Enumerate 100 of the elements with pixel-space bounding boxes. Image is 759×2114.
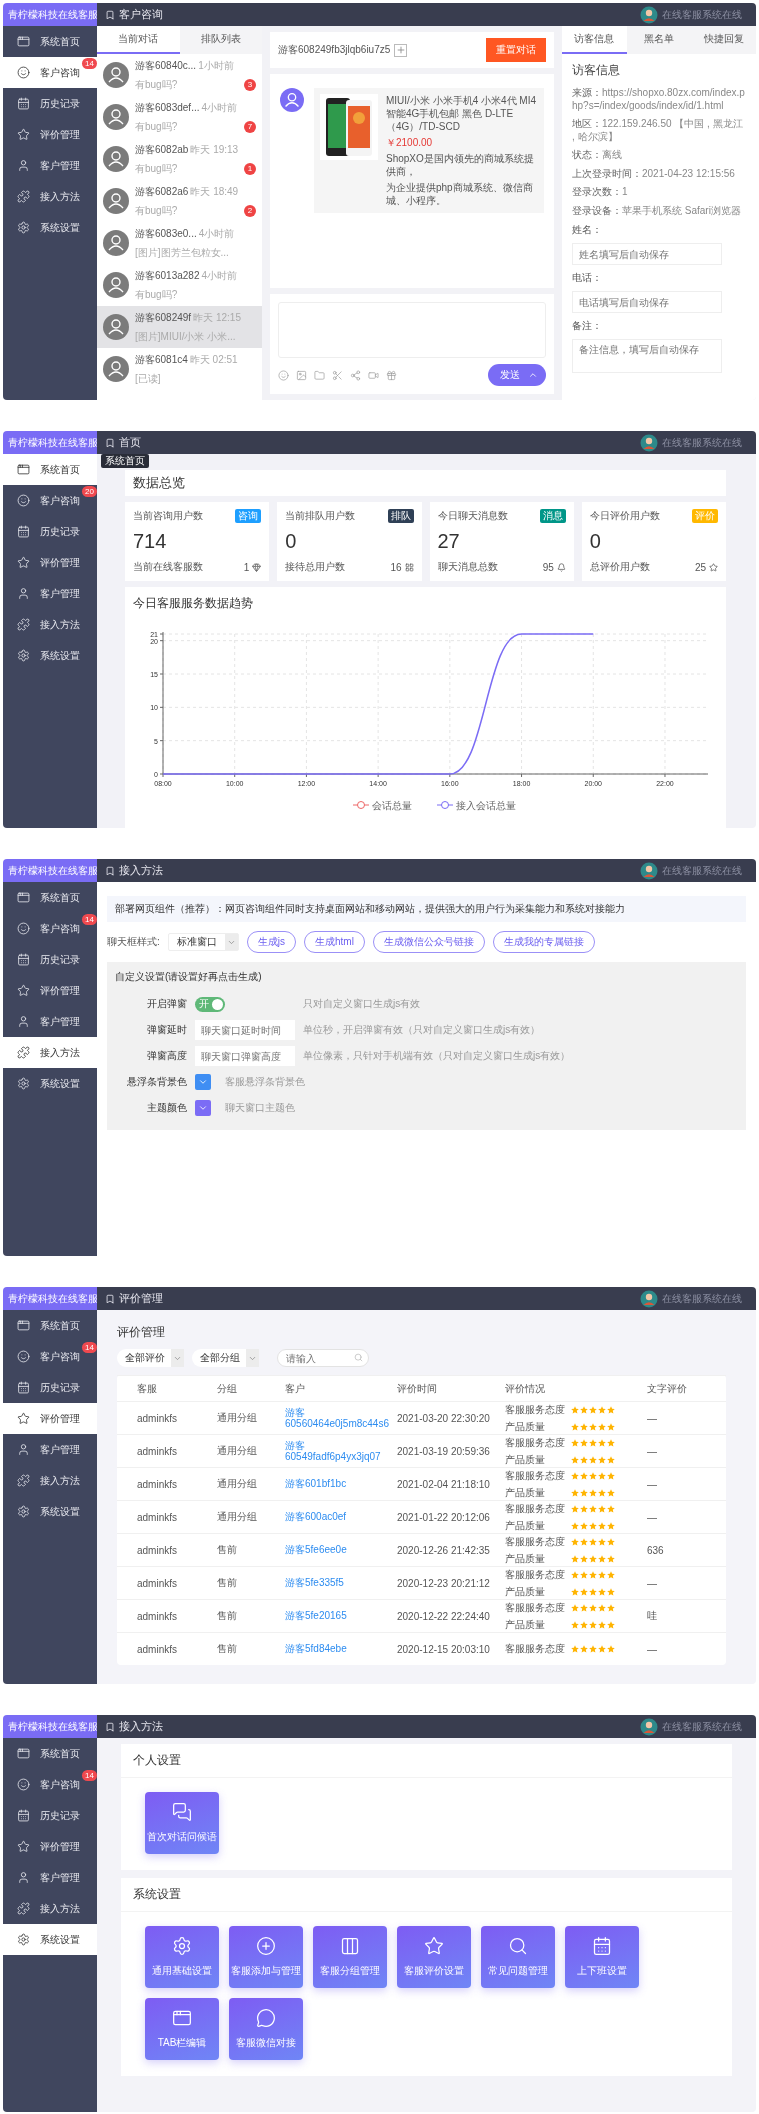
nav-item[interactable]: 历史记录 — [3, 88, 97, 119]
message-preview: 有bug吗? — [135, 203, 178, 218]
nav-item[interactable]: 系统首页 — [3, 454, 97, 485]
text-field[interactable]: 姓名填写后自动保存 — [572, 243, 722, 265]
page-title: 接入方法 — [119, 1719, 163, 1734]
filter-select[interactable]: 全部评价 — [117, 1349, 184, 1367]
nav-item[interactable]: 历史记录 — [3, 516, 97, 547]
nav-item[interactable]: 系统设置 — [3, 212, 97, 243]
nav-item[interactable]: 历史记录 — [3, 944, 97, 975]
legend-marker-icon[interactable] — [352, 801, 370, 809]
table-cell-text: 2020-12-26 21:42:35 — [397, 1544, 491, 1556]
hint-text: 只对自定义窗口生成js有效 — [303, 997, 422, 1011]
user-avatar-icon — [103, 314, 129, 340]
image-icon[interactable] — [296, 369, 307, 381]
nav-item[interactable]: 评价管理 — [3, 547, 97, 578]
color-picker[interactable] — [195, 1100, 211, 1116]
text-field[interactable]: 聊天窗口延时时间 — [195, 1020, 295, 1040]
style-select[interactable]: 标准窗口 — [167, 933, 239, 951]
nav-item[interactable]: 系统首页 — [3, 26, 97, 57]
settings-icon — [17, 1933, 30, 1946]
tab[interactable]: 黑名单 — [626, 26, 692, 54]
search-field[interactable]: 请输入 — [277, 1349, 369, 1367]
brand-title: 青柠檬科技在线客服 — [3, 1715, 97, 1738]
hint-text: 单位秒，开启弹窗有效（只对自定义窗口生成js有效） — [303, 1023, 542, 1037]
settings-tile[interactable]: 首次对话问候语 — [145, 1792, 219, 1854]
nav-item[interactable]: 系统首页 — [3, 1310, 97, 1341]
settings-tile[interactable]: 客服添加与管理 — [229, 1926, 303, 1988]
rating-label: 客服服务态度 — [505, 1600, 566, 1615]
video-icon[interactable] — [368, 369, 379, 381]
customer-link[interactable]: 游客600ac0ef — [285, 1511, 397, 1523]
puzzle-icon — [17, 1046, 30, 1059]
nav-item[interactable]: 系统设置 — [3, 640, 97, 671]
nav-item[interactable]: 历史记录 — [3, 1372, 97, 1403]
nav-item[interactable]: 系统首页 — [3, 1738, 97, 1769]
scissors-icon[interactable] — [332, 369, 343, 381]
customer-link[interactable]: 游客5fe20165 — [285, 1610, 397, 1622]
send-button[interactable]: 发送 — [488, 364, 546, 386]
color-picker[interactable] — [195, 1074, 211, 1090]
text-field[interactable]: 聊天窗口弹窗高度 — [195, 1046, 295, 1066]
customer-link[interactable]: 游客5fd84ebe — [285, 1643, 397, 1655]
settings-icon — [17, 221, 30, 234]
page-title: 客户咨询 — [119, 7, 163, 22]
customer-link[interactable]: 游客60549fadf6p4yx3jq07 — [285, 1439, 397, 1463]
nav-item[interactable]: 接入方法 — [3, 609, 97, 640]
customer-link[interactable]: 游客5fe6ee0e — [285, 1544, 397, 1556]
calendar-icon — [17, 1381, 30, 1394]
notes-field[interactable]: 备注信息，填写后自动保存 — [572, 339, 722, 373]
nav-item[interactable]: 客户管理 — [3, 1434, 97, 1465]
tab[interactable]: 快捷回复 — [691, 26, 756, 54]
settings-tile[interactable]: TAB栏编辑 — [145, 1998, 219, 2060]
nav-item[interactable]: 评价管理 — [3, 1831, 97, 1862]
nav-item[interactable]: 历史记录 — [3, 1800, 97, 1831]
settings-tile[interactable]: 客服分组管理 — [313, 1926, 387, 1988]
settings-tile[interactable]: 客服微信对接 — [229, 1998, 303, 2060]
table-cell-text: 通用分组 — [217, 1411, 258, 1425]
generate-button[interactable]: 生成我的专属链接 — [492, 931, 595, 953]
add-button[interactable] — [394, 43, 408, 57]
smile-icon[interactable] — [278, 369, 289, 381]
overview-heading: 数据总览 — [125, 470, 726, 496]
field-label: 聊天框样式: — [107, 935, 160, 949]
visitor-name: 游客60840c... — [135, 58, 197, 73]
settings-tile[interactable]: 客服评价设置 — [397, 1926, 471, 1988]
customer-link[interactable]: 游客601bf1bc — [285, 1478, 397, 1490]
settings-tile[interactable]: 常见问题管理 — [481, 1926, 555, 1988]
settings-tile[interactable]: 上下班设置 — [565, 1926, 639, 1988]
nav-item[interactable]: 评价管理 — [3, 119, 97, 150]
nav-item[interactable]: 系统设置 — [3, 1496, 97, 1527]
rating-label: 产品质量 — [505, 1518, 546, 1533]
nav-item[interactable]: 系统设置 — [3, 1068, 97, 1099]
nav-item[interactable]: 系统首页 — [3, 882, 97, 913]
column-header: 评价时间 — [397, 1381, 438, 1396]
customer-link[interactable]: 游客5fe335f5 — [285, 1577, 397, 1589]
nav-item[interactable]: 客户管理 — [3, 1862, 97, 1893]
nav-item[interactable]: 客户管理 — [3, 150, 97, 181]
nav-item[interactable]: 客户管理 — [3, 578, 97, 609]
nav-item[interactable]: 客户管理 — [3, 1006, 97, 1037]
gift-icon[interactable] — [386, 369, 397, 381]
nav-item[interactable]: 接入方法 — [3, 1037, 97, 1068]
gem-icon — [252, 562, 262, 572]
visitor-name: 游客6083e0... — [135, 226, 197, 241]
nav-item[interactable]: 评价管理 — [3, 975, 97, 1006]
unread-badge: 7 — [244, 120, 256, 133]
share-icon[interactable] — [350, 369, 361, 381]
folder-icon[interactable] — [314, 369, 325, 381]
generate-button[interactable]: 生成微信公众号链接 — [372, 931, 485, 953]
nav-item[interactable]: 评价管理 — [3, 1403, 97, 1434]
nav-item[interactable]: 接入方法 — [3, 181, 97, 212]
text-field[interactable]: 电话填写后自动保存 — [572, 291, 722, 313]
nav-item[interactable]: 接入方法 — [3, 1465, 97, 1496]
generate-button[interactable]: 生成html — [304, 931, 365, 953]
generate-button[interactable]: 生成js — [246, 931, 296, 953]
customer-link[interactable]: 游客60560464e0j5m8c44s6 — [285, 1406, 397, 1430]
section-heading: 系统设置 — [121, 1878, 732, 1912]
nav-item[interactable]: 系统设置 — [3, 1924, 97, 1955]
field-label: 姓名： — [572, 223, 603, 237]
filter-select[interactable]: 全部分组 — [192, 1349, 259, 1367]
settings-tile[interactable]: 通用基础设置 — [145, 1926, 219, 1988]
legend-marker-icon[interactable] — [436, 801, 454, 809]
nav-item[interactable]: 接入方法 — [3, 1893, 97, 1924]
tab[interactable]: 排队列表 — [179, 26, 262, 54]
